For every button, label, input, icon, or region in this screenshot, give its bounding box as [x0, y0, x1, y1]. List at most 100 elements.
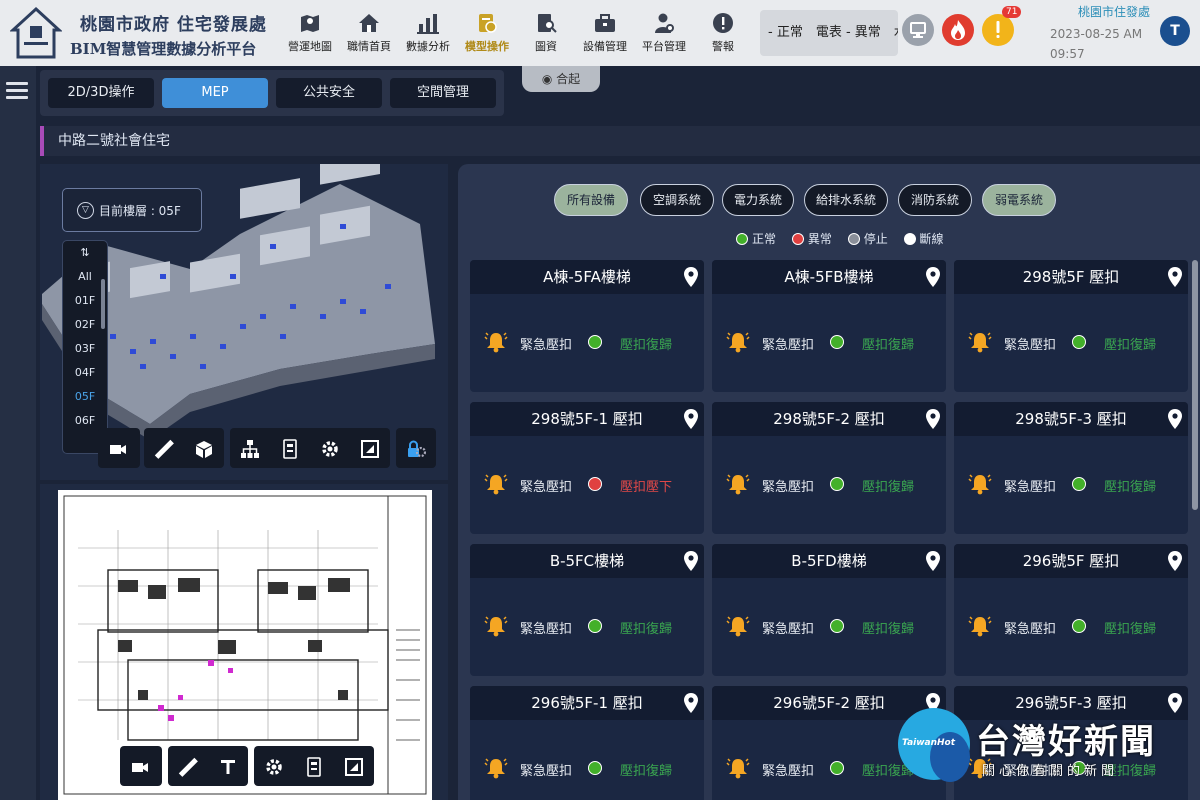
nav-ops-map[interactable]: 營運地圖: [282, 10, 338, 58]
floor-option[interactable]: 04F: [63, 361, 107, 385]
time-text: 09:57: [1050, 47, 1085, 61]
status-dot: [830, 761, 844, 775]
text-tool-icon: [221, 759, 235, 774]
logo-title: 桃園市政府 住宅發展處: [80, 15, 267, 35]
expand-icon: [345, 757, 363, 776]
nav-model-operation[interactable]: 模型操作: [459, 10, 515, 58]
floor-option-selected[interactable]: 05F: [63, 385, 107, 409]
device-label: 緊急壓扣: [762, 338, 815, 353]
device-card[interactable]: 296號5F-1 壓扣緊急壓扣 壓扣復歸: [470, 686, 704, 800]
nav-drawings[interactable]: 圖資: [518, 10, 574, 58]
legend-dot-normal: [736, 233, 748, 245]
device-card[interactable]: 296號5F 壓扣 緊急壓扣 壓扣復歸: [954, 544, 1188, 676]
device-card[interactable]: 298號5F 壓扣 緊急壓扣 壓扣復歸: [954, 260, 1188, 392]
cad-ruler-button[interactable]: [168, 746, 208, 786]
cube-button[interactable]: [184, 428, 224, 468]
device-card[interactable]: A棟-5FA樓梯 緊急壓扣 壓扣復歸: [470, 260, 704, 392]
location-pin-icon[interactable]: [926, 409, 940, 429]
floor-list-scrollbar[interactable]: [101, 279, 105, 329]
fire-alarm-button[interactable]: [942, 14, 974, 46]
device-card[interactable]: 298號5F-2 壓扣 緊急壓扣 壓扣復歸: [712, 402, 946, 534]
filter-power[interactable]: 電力系統: [722, 184, 794, 216]
ruler-icon: [154, 439, 174, 459]
video-camera-button[interactable]: [98, 428, 138, 468]
device-card[interactable]: B-5FC樓梯 緊急壓扣 壓扣復歸: [470, 544, 704, 676]
watermark-brand: TaiwanHot: [902, 738, 956, 748]
warning-button[interactable]: [982, 14, 1014, 46]
cad-properties-button[interactable]: [294, 746, 334, 786]
device-card[interactable]: 298號5F-1 壓扣 緊急壓扣 壓扣壓下: [470, 402, 704, 534]
platform-logo[interactable]: 桃園市政府 住宅發展處 BIM智慧管理數據分析平台: [6, 4, 276, 62]
watermark-slogan: 關心你有關的新聞: [982, 764, 1119, 779]
collapse-button[interactable]: ◉ 合起: [522, 66, 600, 92]
fullscreen-button[interactable]: [350, 428, 390, 468]
filter-water[interactable]: 給排水系統: [804, 184, 888, 216]
device-title: 298號5F-1 壓扣: [531, 410, 643, 428]
device-status-row: 緊急壓扣 壓扣復歸: [470, 756, 704, 780]
cad-fullscreen-button[interactable]: [334, 746, 374, 786]
settings-button[interactable]: [310, 428, 350, 468]
cad-settings-button[interactable]: [254, 746, 294, 786]
nav-home[interactable]: 職情首頁: [341, 10, 397, 58]
device-status-row: 緊急壓扣 壓扣復歸: [954, 330, 1188, 354]
video-camera-icon: [110, 444, 126, 454]
lock-gear-icon: [408, 440, 427, 457]
device-status-button[interactable]: [902, 14, 934, 46]
cad-text-button[interactable]: [208, 746, 248, 786]
toolbox-icon: [595, 14, 615, 32]
model-3d-view[interactable]: ▽ 目前樓層 : 05F ⇅ All 01F 02F 03F 04F 05F 0…: [40, 164, 448, 480]
lock-settings-button[interactable]: [396, 428, 436, 468]
tab-space-management[interactable]: 空間管理: [390, 78, 496, 108]
nav-data-analysis[interactable]: 數據分析: [400, 10, 456, 58]
nav-platform-admin[interactable]: 平台管理: [636, 10, 692, 58]
bar-chart-icon: [417, 14, 439, 34]
location-pin-icon[interactable]: [1168, 267, 1182, 287]
watermark: TaiwanHot 台灣好新聞 關心你有關的新聞: [896, 706, 1196, 796]
ruler-button[interactable]: [144, 428, 184, 468]
device-card[interactable]: 298號5F-3 壓扣 緊急壓扣 壓扣復歸: [954, 402, 1188, 534]
tab-2d3d[interactable]: 2D/3D操作: [48, 78, 154, 108]
device-card-header: 296號5F-1 壓扣: [470, 686, 704, 720]
device-card[interactable]: B-5FD樓梯 緊急壓扣 壓扣復歸: [712, 544, 946, 676]
hierarchy-button[interactable]: [230, 428, 270, 468]
device-title: A棟-5FA樓梯: [543, 268, 631, 286]
cad-2d-view[interactable]: [40, 484, 448, 800]
cad-video-camera-button[interactable]: [120, 746, 160, 786]
location-pin-icon[interactable]: [684, 409, 698, 429]
user-avatar[interactable]: T: [1160, 16, 1190, 46]
user-settings-icon: [655, 13, 674, 33]
device-title: A棟-5FB樓梯: [784, 268, 874, 286]
device-status-row: 緊急壓扣 壓扣復歸: [712, 472, 946, 496]
legend-item: 斷線: [903, 230, 944, 247]
properties-button[interactable]: [270, 428, 310, 468]
location-pin-icon[interactable]: [926, 267, 940, 287]
hamburger-menu-icon[interactable]: [6, 82, 28, 103]
floor-option[interactable]: 03F: [63, 337, 107, 361]
floor-selector[interactable]: ▽ 目前樓層 : 05F: [62, 188, 202, 232]
location-pin-icon[interactable]: [926, 551, 940, 571]
panel-scrollbar[interactable]: [1192, 260, 1198, 510]
location-pin-icon[interactable]: [1168, 409, 1182, 429]
filter-low-voltage[interactable]: 弱電系統: [982, 184, 1056, 216]
location-pin-icon[interactable]: [684, 267, 698, 287]
device-card-header: 296號5F 壓扣: [954, 544, 1188, 578]
status-dot: [588, 619, 602, 633]
filter-all-devices[interactable]: 所有設備: [554, 184, 628, 216]
alarm-bell-icon: [968, 616, 992, 637]
nav-equipment[interactable]: 設備管理: [577, 10, 633, 58]
device-card-header: B-5FC樓梯: [470, 544, 704, 578]
device-label: 緊急壓扣: [1004, 480, 1057, 495]
location-pin-icon[interactable]: [684, 551, 698, 571]
alarm-bell-icon: [726, 616, 750, 637]
location-pin-icon[interactable]: [684, 693, 698, 713]
filter-hvac[interactable]: 空調系統: [640, 184, 714, 216]
tab-mep[interactable]: MEP: [162, 78, 268, 108]
nav-alerts[interactable]: 警報: [695, 10, 751, 58]
sliders-icon[interactable]: ⇅: [63, 241, 107, 265]
alarm-bell-icon: [484, 616, 508, 637]
location-pin-icon[interactable]: [1168, 551, 1182, 571]
device-status-text: 壓扣復歸: [1104, 622, 1157, 637]
device-card[interactable]: A棟-5FB樓梯 緊急壓扣 壓扣復歸: [712, 260, 946, 392]
filter-fire[interactable]: 消防系統: [898, 184, 972, 216]
tab-public-safety[interactable]: 公共安全: [276, 78, 382, 108]
